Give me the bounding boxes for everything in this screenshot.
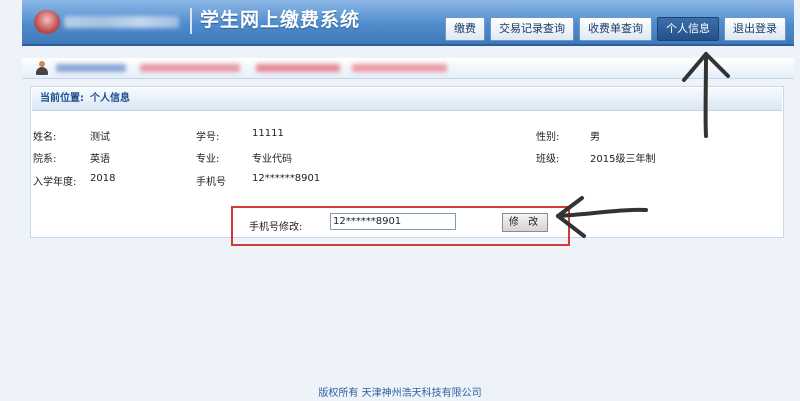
- modify-button[interactable]: 修 改: [502, 213, 548, 232]
- top-nav: 缴费 交易记录查询 收费单查询 个人信息 退出登录: [445, 17, 786, 41]
- breadcrumb-label: 当前位置:: [40, 93, 84, 104]
- gender-label: 性别:: [536, 132, 560, 143]
- name-label: 姓名:: [33, 132, 57, 143]
- app-header: 学生网上缴费系统 缴费 交易记录查询 收费单查询 个人信息 退出登录: [22, 0, 794, 46]
- phone-value: 12******8901: [252, 173, 321, 184]
- header-divider: [190, 8, 192, 34]
- redacted-text: [352, 64, 447, 72]
- enrollment-year-label: 入学年度:: [33, 177, 77, 188]
- student-id-label: 学号:: [196, 132, 220, 143]
- nav-logout-button[interactable]: 退出登录: [724, 17, 786, 41]
- redacted-text: [140, 64, 240, 72]
- redacted-text: [256, 64, 340, 72]
- nav-transaction-query-button[interactable]: 交易记录查询: [490, 17, 574, 41]
- nav-personal-info-button[interactable]: 个人信息: [657, 17, 719, 41]
- enrollment-year-value: 2018: [90, 173, 116, 184]
- department-value: 英语: [90, 154, 110, 165]
- class-label: 班级:: [536, 154, 560, 165]
- nav-receipt-query-button[interactable]: 收费单查询: [579, 17, 652, 41]
- school-name-blurred: [64, 16, 179, 28]
- major-value: 专业代码: [252, 154, 292, 165]
- major-label: 专业:: [196, 154, 220, 165]
- student-id-value: 11111: [252, 128, 284, 139]
- footer-copyright: 版权所有 天津神州浩天科技有限公司: [318, 388, 482, 399]
- phone-modify-input[interactable]: [330, 213, 456, 230]
- school-logo: [34, 8, 184, 36]
- redacted-text: [56, 64, 126, 72]
- annotation-arrow-left: [556, 196, 648, 238]
- name-value: 测试: [90, 132, 110, 143]
- user-icon: [36, 61, 48, 75]
- gender-value: 男: [590, 132, 600, 143]
- phone-label: 手机号: [196, 177, 226, 188]
- department-label: 院系:: [33, 154, 57, 165]
- breadcrumb-current: 个人信息: [90, 93, 130, 104]
- breadcrumb: 当前位置: 个人信息: [32, 88, 782, 111]
- annotation-arrow-up: [682, 52, 730, 138]
- school-seal-icon: [34, 10, 60, 34]
- phone-modify-section: 手机号修改: 修 改: [231, 206, 570, 246]
- system-title: 学生网上缴费系统: [200, 9, 361, 31]
- class-value: 2015级三年制: [590, 154, 656, 165]
- nav-pay-button[interactable]: 缴费: [445, 17, 485, 41]
- phone-modify-label: 手机号修改:: [249, 222, 303, 233]
